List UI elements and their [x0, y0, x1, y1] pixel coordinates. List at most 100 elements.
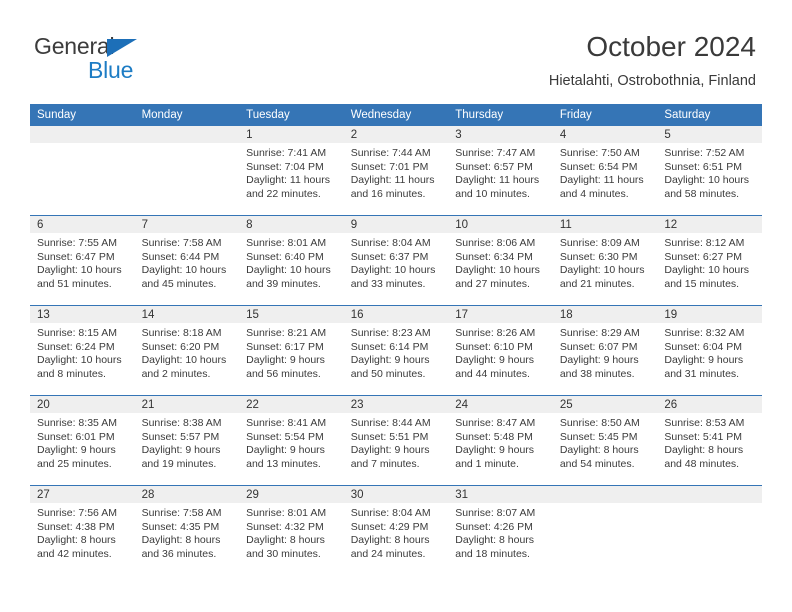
- calendar-day-cell[interactable]: 29 Sunrise: 8:01 AM Sunset: 4:32 PM Dayligh…: [239, 485, 344, 575]
- day-number: [134, 126, 240, 143]
- calendar-day-cell[interactable]: 1 Sunrise: 7:41 AM Sunset: 7:04 PM Daylight…: [239, 126, 344, 216]
- day-info: Sunrise: 8:41 AM Sunset: 5:54 PM Daylight:…: [239, 413, 344, 471]
- calendar-day-cell[interactable]: 24 Sunrise: 8:47 AM Sunset: 5:48 PM Dayligh…: [448, 395, 553, 486]
- calendar-day-cell[interactable]: 15 Sunrise: 8:21 AM Sunset: 6:17 PM Dayligh…: [239, 305, 344, 396]
- daylight-text-line2: and 44 minutes.: [455, 367, 530, 380]
- sunset-text: Sunset: 6:30 PM: [559, 250, 638, 263]
- day-number: 18: [552, 306, 658, 323]
- calendar-day-cell[interactable]: 28 Sunrise: 7:58 AM Sunset: 4:35 PM Dayligh…: [134, 485, 240, 575]
- daylight-text-line2: and 22 minutes.: [246, 187, 321, 200]
- sunrise-text: Sunrise: 7:56 AM: [37, 507, 117, 519]
- daylight-text-line1: Daylight: 9 hours: [664, 354, 744, 367]
- logo-text-blue: Blue: [88, 57, 134, 83]
- day-number: 9: [343, 216, 449, 233]
- sunset-text: Sunset: 4:38 PM: [37, 520, 115, 533]
- calendar-day-cell[interactable]: 16 Sunrise: 8:23 AM Sunset: 6:14 PM Dayligh…: [343, 305, 449, 396]
- day-info: Sunrise: 8:50 AM Sunset: 5:45 PM Daylight:…: [553, 413, 658, 471]
- calendar-empty-cell: [30, 126, 135, 216]
- calendar-day-cell[interactable]: 30 Sunrise: 8:04 AM Sunset: 4:29 PM Dayligh…: [343, 485, 449, 575]
- sunrise-text: Sunrise: 8:21 AM: [246, 327, 327, 339]
- calendar-day-cell[interactable]: 13 Sunrise: 8:15 AM Sunset: 6:24 PM Dayligh…: [30, 305, 135, 396]
- calendar-day-cell[interactable]: 27 Sunrise: 7:56 AM Sunset: 4:38 PM Dayligh…: [30, 485, 135, 575]
- daylight-text-line1: Daylight: 8 hours: [664, 444, 744, 457]
- daylight-text-line1: Daylight: 9 hours: [37, 444, 116, 457]
- daylight-text-line2: and 10 minutes.: [455, 187, 530, 200]
- weekday-header-saturday: Saturday: [657, 104, 762, 126]
- day-info: Sunrise: 8:04 AM Sunset: 6:37 PM Daylight:…: [344, 233, 449, 291]
- title-block: October 2024 Hietalahti, Ostrobothnia, F…: [549, 30, 756, 90]
- day-number: 29: [239, 486, 344, 503]
- sunset-text: Sunset: 7:04 PM: [246, 160, 324, 173]
- daylight-text-line2: and 54 minutes.: [559, 457, 635, 470]
- daylight-text-line2: and 58 minutes.: [664, 187, 740, 200]
- sunrise-text: Sunrise: 8:41 AM: [246, 417, 327, 429]
- calendar-day-cell[interactable]: 3 Sunrise: 7:47 AM Sunset: 6:57 PM Daylight…: [448, 126, 553, 216]
- daylight-text-line2: and 18 minutes.: [455, 547, 530, 560]
- sunrise-text: Sunrise: 8:07 AM: [455, 507, 536, 519]
- calendar-day-cell[interactable]: 18 Sunrise: 8:29 AM Sunset: 6:07 PM Dayligh…: [552, 305, 658, 396]
- weekday-header-wednesday: Wednesday: [343, 104, 449, 126]
- daylight-text-line1: Daylight: 11 hours: [246, 174, 330, 187]
- day-number: 1: [239, 126, 344, 143]
- day-info: Sunrise: 8:23 AM Sunset: 6:14 PM Daylight:…: [344, 323, 449, 381]
- daylight-text-line1: Daylight: 9 hours: [350, 444, 430, 457]
- sunset-text: Sunset: 6:47 PM: [37, 250, 115, 263]
- generalblue-logo[interactable]: General Blue: [34, 33, 214, 85]
- sunrise-text: Sunrise: 8:15 AM: [37, 327, 117, 339]
- sunrise-text: Sunrise: 8:44 AM: [350, 417, 431, 429]
- calendar-day-cell[interactable]: 9 Sunrise: 8:04 AM Sunset: 6:37 PM Daylight…: [343, 215, 449, 306]
- daylight-text-line1: Daylight: 11 hours: [559, 174, 644, 187]
- daylight-text-line1: Daylight: 8 hours: [559, 444, 639, 457]
- calendar-day-cell[interactable]: 10 Sunrise: 8:06 AM Sunset: 6:34 PM Dayligh…: [448, 215, 553, 306]
- daylight-text-line2: and 8 minutes.: [37, 367, 106, 380]
- calendar-day-cell[interactable]: 14 Sunrise: 8:18 AM Sunset: 6:20 PM Dayligh…: [134, 305, 240, 396]
- calendar-day-cell[interactable]: 4 Sunrise: 7:50 AM Sunset: 6:54 PM Daylight…: [552, 126, 658, 216]
- day-number: 26: [657, 396, 762, 413]
- calendar-day-cell[interactable]: 22 Sunrise: 8:41 AM Sunset: 5:54 PM Dayligh…: [239, 395, 344, 486]
- daylight-text-line1: Daylight: 11 hours: [350, 174, 435, 187]
- day-info: Sunrise: 8:04 AM Sunset: 4:29 PM Daylight:…: [344, 503, 449, 561]
- sunset-text: Sunset: 6:17 PM: [246, 340, 324, 353]
- day-number: 8: [239, 216, 344, 233]
- calendar-day-cell[interactable]: 12 Sunrise: 8:12 AM Sunset: 6:27 PM Dayligh…: [657, 215, 762, 306]
- calendar-day-cell[interactable]: 25 Sunrise: 8:50 AM Sunset: 5:45 PM Dayligh…: [552, 395, 658, 486]
- sunset-text: Sunset: 5:57 PM: [141, 430, 220, 443]
- calendar-day-cell[interactable]: 19 Sunrise: 8:32 AM Sunset: 6:04 PM Dayligh…: [657, 305, 762, 396]
- daylight-text-line2: and 33 minutes.: [350, 277, 426, 290]
- calendar-empty-cell: [657, 485, 762, 575]
- sunset-text: Sunset: 4:32 PM: [246, 520, 324, 533]
- daylight-text-line2: and 36 minutes.: [141, 547, 217, 560]
- calendar-day-cell[interactable]: 21 Sunrise: 8:38 AM Sunset: 5:57 PM Dayligh…: [134, 395, 240, 486]
- day-number: 23: [343, 396, 449, 413]
- sunrise-text: Sunrise: 7:50 AM: [559, 147, 640, 159]
- calendar-day-cell[interactable]: 6 Sunrise: 7:55 AM Sunset: 6:47 PM Daylight…: [30, 215, 135, 306]
- calendar-day-cell[interactable]: 11 Sunrise: 8:09 AM Sunset: 6:30 PM Dayligh…: [552, 215, 658, 306]
- daylight-text-line2: and 45 minutes.: [141, 277, 217, 290]
- sunset-text: Sunset: 6:04 PM: [664, 340, 743, 353]
- day-info: Sunrise: 7:58 AM Sunset: 6:44 PM Daylight:…: [135, 233, 240, 291]
- calendar-day-cell[interactable]: 31 Sunrise: 8:07 AM Sunset: 4:26 PM Dayligh…: [448, 485, 553, 575]
- calendar-day-cell[interactable]: 17 Sunrise: 8:26 AM Sunset: 6:10 PM Dayligh…: [448, 305, 553, 396]
- calendar-day-cell[interactable]: 7 Sunrise: 7:58 AM Sunset: 6:44 PM Daylight…: [134, 215, 240, 306]
- day-info: Sunrise: 8:12 AM Sunset: 6:27 PM Daylight:…: [657, 233, 762, 291]
- daylight-text-line2: and 25 minutes.: [37, 457, 112, 470]
- day-number: 15: [239, 306, 344, 323]
- daylight-text-line1: Daylight: 8 hours: [246, 534, 325, 547]
- day-info: Sunrise: 8:15 AM Sunset: 6:24 PM Daylight:…: [30, 323, 135, 381]
- calendar-day-cell[interactable]: 23 Sunrise: 8:44 AM Sunset: 5:51 PM Dayligh…: [343, 395, 449, 486]
- logo-text-general: General: [34, 33, 115, 59]
- sunset-text: Sunset: 6:01 PM: [37, 430, 115, 443]
- sunrise-text: Sunrise: 7:41 AM: [246, 147, 327, 159]
- calendar-day-cell[interactable]: 5 Sunrise: 7:52 AM Sunset: 6:51 PM Daylight…: [657, 126, 762, 216]
- calendar-day-cell[interactable]: 20 Sunrise: 8:35 AM Sunset: 6:01 PM Dayligh…: [30, 395, 135, 486]
- daylight-text-line2: and 56 minutes.: [246, 367, 321, 380]
- weekday-header-thursday: Thursday: [448, 104, 553, 126]
- day-number: [552, 486, 658, 503]
- sunset-text: Sunset: 6:57 PM: [455, 160, 533, 173]
- calendar-day-cell[interactable]: 26 Sunrise: 8:53 AM Sunset: 5:41 PM Dayligh…: [657, 395, 762, 486]
- calendar-day-cell[interactable]: 8 Sunrise: 8:01 AM Sunset: 6:40 PM Daylight…: [239, 215, 344, 306]
- calendar-header-row: Sunday Monday Tuesday Wednesday Thursday…: [30, 104, 762, 126]
- daylight-text-line2: and 4 minutes.: [559, 187, 629, 200]
- calendar-day-cell[interactable]: 2 Sunrise: 7:44 AM Sunset: 7:01 PM Daylight…: [343, 126, 449, 216]
- triangle-icon: [107, 39, 137, 57]
